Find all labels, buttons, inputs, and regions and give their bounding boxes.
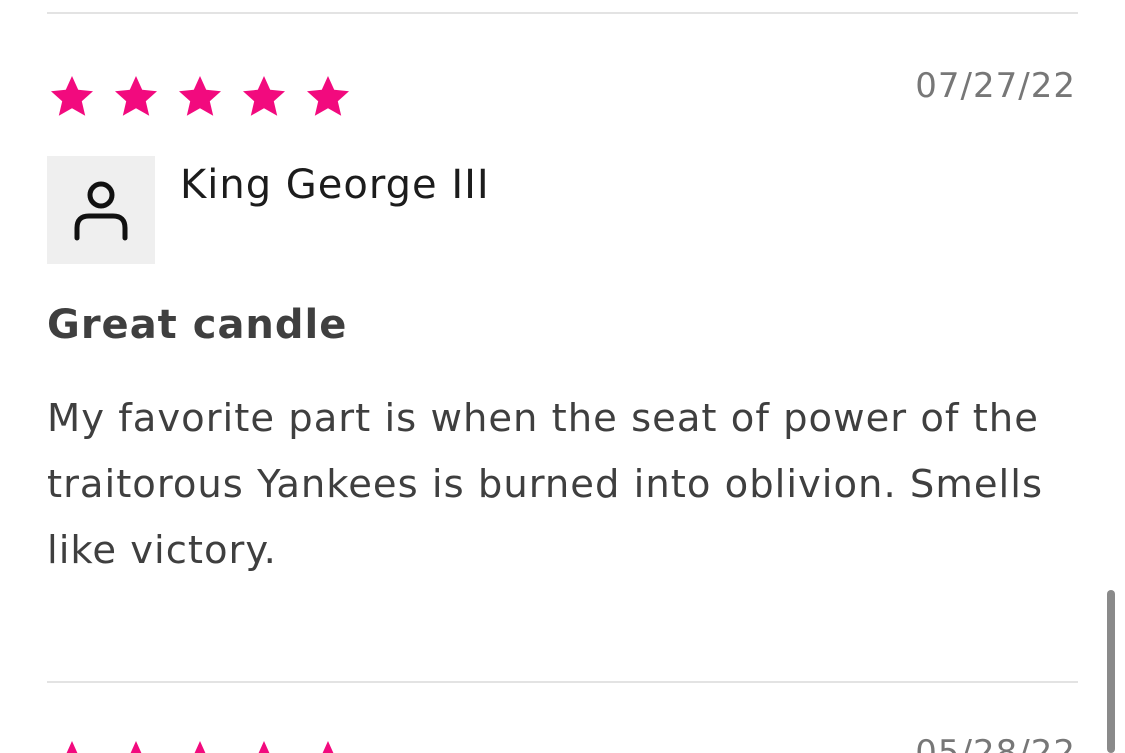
- avatar: [47, 156, 155, 264]
- review-body: My favorite part is when the seat of pow…: [47, 396, 1044, 573]
- review-date: 07/27/22: [915, 66, 1076, 106]
- star-rating: [47, 73, 353, 121]
- star-icon: [111, 738, 161, 753]
- review-divider: [47, 681, 1078, 683]
- reviewer-name: King George III: [180, 162, 490, 208]
- scrollbar-thumb[interactable]: [1107, 590, 1115, 753]
- star-icon: [47, 73, 97, 121]
- review-title: Great candle: [47, 302, 348, 348]
- star-icon: [175, 738, 225, 753]
- star-icon: [111, 73, 161, 121]
- star-icon: [47, 738, 97, 753]
- star-icon: [303, 73, 353, 121]
- reviews-page: 07/27/22 King George III Great candle My…: [0, 0, 1125, 753]
- star-icon: [175, 73, 225, 121]
- review-date: 05/28/22: [915, 733, 1076, 753]
- review-divider: [47, 12, 1078, 14]
- star-icon: [239, 738, 289, 753]
- star-rating: [47, 738, 353, 753]
- star-icon: [303, 738, 353, 753]
- user-icon: [74, 181, 128, 241]
- star-icon: [239, 73, 289, 121]
